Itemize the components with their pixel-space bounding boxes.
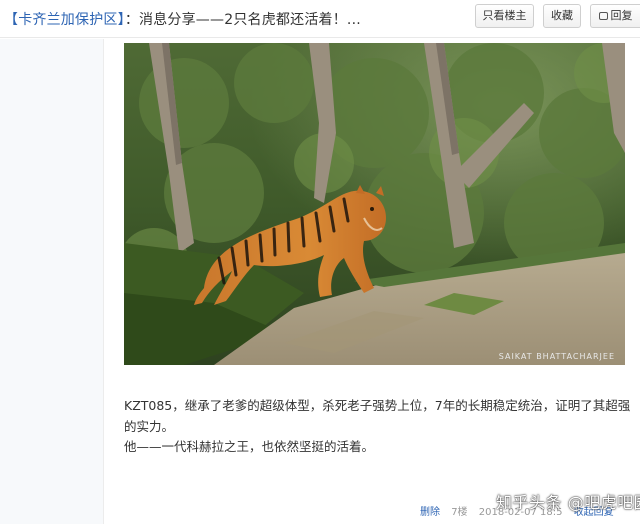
reply-button-label: 回复 bbox=[610, 9, 633, 22]
author-sidebar bbox=[0, 39, 104, 524]
tiger-photo-drawing: SAIKAT BHATTACHARJEE bbox=[124, 43, 625, 365]
favorite-button[interactable]: 收藏 bbox=[543, 4, 581, 28]
post-body: KZT085，继承了老爹的超级体型，杀死老子强势上位，7年的长期稳定统治，证明了… bbox=[124, 396, 640, 458]
delete-link[interactable]: 删除 bbox=[420, 507, 440, 518]
thread-title-text: ：消息分享——2只名虎都还活着！... bbox=[124, 12, 361, 28]
post-paragraph-2: 他——一代科赫拉之王，也依然坚挺的活着。 bbox=[124, 439, 375, 454]
thread-title: 【卡齐兰加保护区】：消息分享——2只名虎都还活着！... bbox=[4, 9, 361, 29]
only-op-button[interactable]: 只看楼主 bbox=[475, 4, 534, 28]
reply-icon bbox=[598, 12, 608, 20]
floor-number: 7楼 bbox=[451, 507, 468, 518]
thread-header: 【卡齐兰加保护区】：消息分享——2只名虎都还活着！... 只看楼主 收藏 回复 bbox=[0, 0, 640, 38]
post-paragraph-1: KZT085，继承了老爹的超级体型，杀死老子强势上位，7年的长期稳定统治，证明了… bbox=[124, 398, 631, 434]
reply-button[interactable]: 回复 bbox=[590, 4, 640, 28]
forum-name-link[interactable]: 【卡齐兰加保护区】 bbox=[4, 12, 125, 28]
watermark: 知乎头条 @吧虎吧园 bbox=[496, 493, 640, 512]
tiger-photo: SAIKAT BHATTACHARJEE bbox=[124, 43, 625, 365]
photo-credit: SAIKAT BHATTACHARJEE bbox=[499, 352, 615, 361]
